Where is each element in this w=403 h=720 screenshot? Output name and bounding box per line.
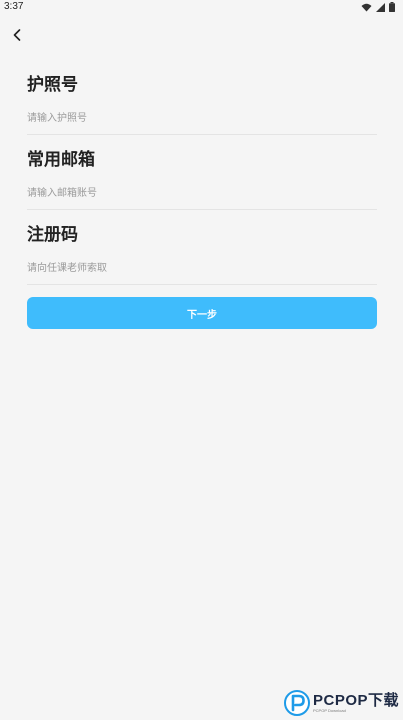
registration-code-field-title: 注册码	[27, 225, 78, 245]
email-field-title: 常用邮箱	[27, 150, 95, 170]
registration-code-input[interactable]	[27, 258, 377, 278]
pcpop-logo-icon	[283, 690, 310, 716]
watermark: PCPOP下载 PCPOP Download	[283, 690, 399, 716]
passport-input[interactable]	[27, 108, 377, 128]
email-input[interactable]	[27, 183, 377, 203]
battery-icon	[389, 2, 395, 12]
divider	[27, 134, 377, 135]
divider	[27, 209, 377, 210]
watermark-text: PCPOP下载 PCPOP Download	[313, 693, 399, 713]
watermark-brand: PCPOP下载	[312, 692, 399, 709]
passport-field-section: 护照号	[27, 74, 377, 147]
status-time: 3:37	[4, 1, 24, 12]
watermark-subtitle: PCPOP Download	[312, 708, 346, 713]
registration-form: 护照号 常用邮箱 注册码	[27, 72, 377, 297]
status-bar: 3:37	[0, 0, 403, 16]
divider	[27, 284, 377, 285]
back-button[interactable]	[6, 24, 28, 46]
passport-field-title: 护照号	[27, 75, 78, 95]
signal-icon	[376, 2, 385, 12]
next-button[interactable]: 下一步	[27, 297, 377, 329]
status-icons	[361, 2, 395, 12]
registration-code-field-section: 注册码	[27, 224, 377, 297]
chevron-left-icon	[11, 26, 23, 45]
wifi-icon	[361, 3, 372, 12]
email-field-section: 常用邮箱	[27, 149, 377, 222]
